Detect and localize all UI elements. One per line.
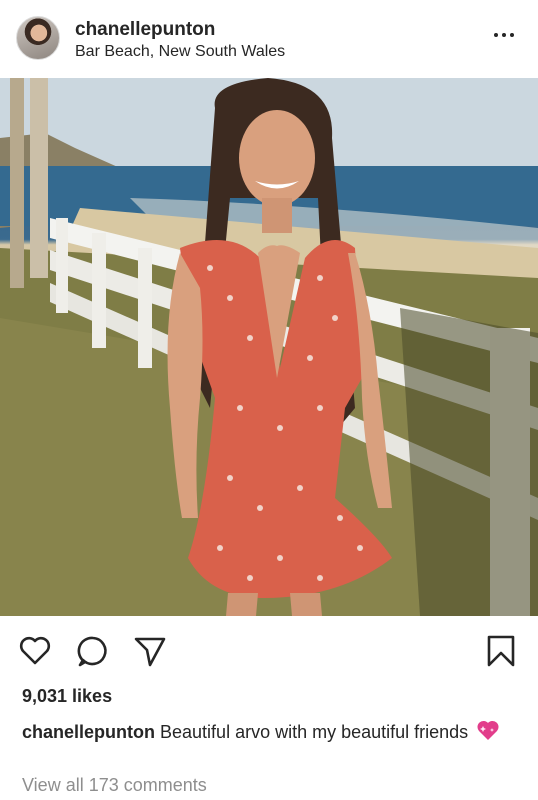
heart-icon[interactable]	[18, 634, 52, 668]
post-username[interactable]: chanellepunton	[75, 19, 215, 41]
like-count[interactable]: 9,031 likes	[22, 686, 112, 707]
action-bar	[0, 618, 538, 684]
caption-text: Beautiful arvo with my beautiful friends	[155, 722, 469, 742]
more-options-icon[interactable]	[494, 30, 520, 40]
sparkling-heart-emoji	[477, 720, 499, 740]
post-header: chanellepunton Bar Beach, New South Wale…	[0, 0, 538, 78]
bookmark-icon[interactable]	[484, 634, 518, 668]
view-all-comments-link[interactable]: View all 173 comments	[22, 775, 207, 796]
post-photo[interactable]	[0, 78, 538, 616]
post-location[interactable]: Bar Beach, New South Wales	[75, 43, 285, 61]
post-caption: chanellepunton Beautiful arvo with my be…	[22, 719, 512, 744]
share-icon[interactable]	[133, 634, 167, 668]
comment-icon[interactable]	[76, 634, 110, 668]
caption-username[interactable]: chanellepunton	[22, 722, 155, 742]
avatar[interactable]	[16, 16, 60, 60]
photo-illustration	[0, 78, 538, 616]
